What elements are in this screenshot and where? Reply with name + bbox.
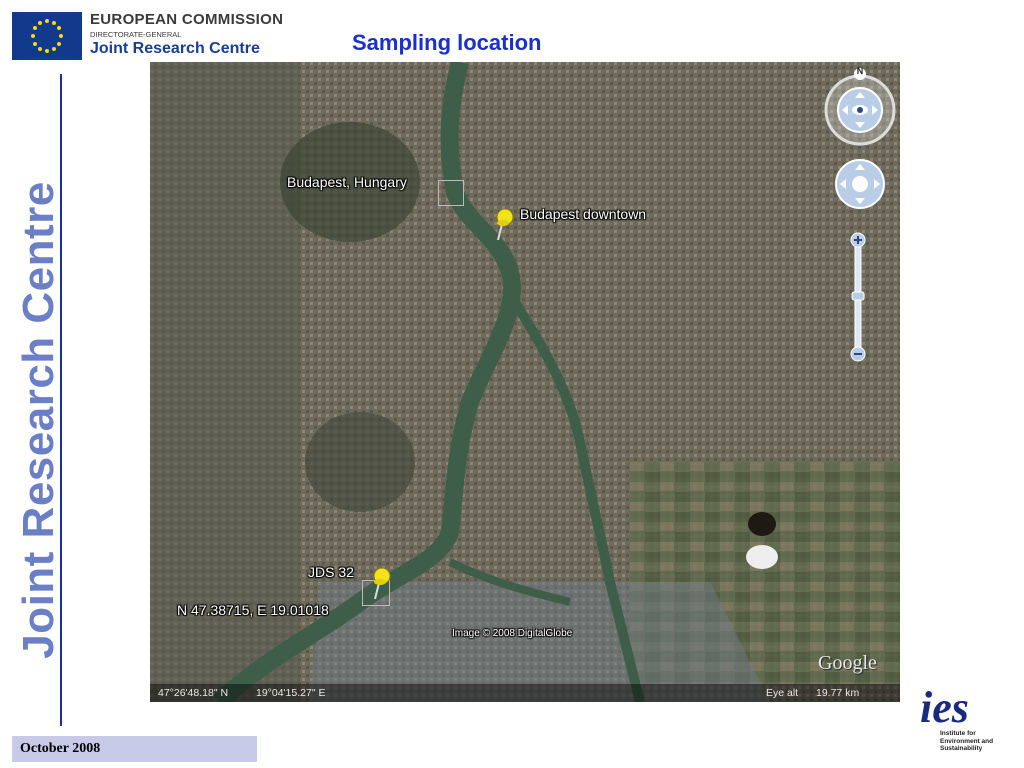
footer-date-box: October 2008	[12, 736, 257, 762]
european-commission-logo: EUROPEAN COMMISSION DIRECTORATE-GENERAL …	[12, 12, 284, 62]
page-title: Sampling location	[352, 30, 542, 55]
footer-date: October 2008	[20, 741, 101, 756]
move-navigation-icon[interactable]	[834, 158, 886, 210]
pushpin-icon[interactable]	[490, 206, 516, 240]
ies-logo: ies Institute for Environment and Sustai…	[920, 686, 1012, 762]
google-logo: Google	[818, 652, 877, 674]
status-longitude: 19°04'15.27" E	[256, 687, 326, 699]
status-latitude: 47°26'48.18" N	[158, 687, 229, 699]
map-label-downtown[interactable]: Budapest downtown	[520, 206, 646, 222]
org-name: EUROPEAN COMMISSION	[90, 11, 284, 28]
sidebar-vertical-label: Joint Research Centre	[14, 181, 63, 659]
status-eye-alt-label: Eye alt	[766, 687, 799, 699]
org-directorate: DIRECTORATE-GENERAL	[90, 30, 182, 39]
map-label-coordinates: N 47.38715, E 19.01018	[177, 602, 329, 618]
map-status-bar: 47°26'48.18" N 19°04'15.27" E Eye alt 19…	[150, 684, 900, 702]
map-label-site[interactable]: JDS 32	[308, 564, 354, 580]
pushpin-icon[interactable]	[367, 565, 393, 599]
ies-logo-text: Institute for Environment and Sustainabi…	[940, 730, 994, 752]
city-placemark-box	[438, 180, 464, 206]
map-label-budapest[interactable]: Budapest, Hungary	[287, 174, 407, 190]
ies-logo-mark: ies	[920, 683, 969, 732]
satellite-map[interactable]: Budapest, Hungary Budapest downtown JDS …	[150, 62, 900, 702]
compass-north-label: N	[856, 66, 864, 76]
status-eye-alt-value: 19.77 km	[816, 687, 860, 699]
org-centre: Joint Research Centre	[90, 40, 260, 57]
imagery-credit: Image © 2008 DigitalGlobe	[452, 628, 573, 639]
zoom-slider[interactable]	[850, 232, 866, 362]
eu-flag-icon	[12, 12, 82, 60]
look-navigation-ring-icon[interactable]	[822, 68, 898, 146]
